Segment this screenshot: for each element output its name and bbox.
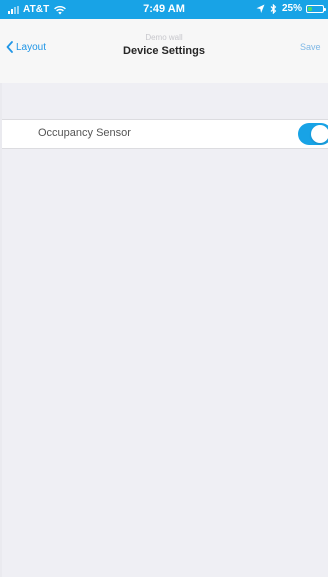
save-button[interactable]: Save <box>300 42 328 52</box>
status-right: 25% <box>256 3 326 14</box>
setting-label: Occupancy Sensor <box>38 127 131 139</box>
battery-percent: 25% <box>281 3 302 14</box>
location-arrow-icon <box>256 4 265 13</box>
bluetooth-icon <box>270 3 277 14</box>
battery-level <box>308 6 312 11</box>
battery-icon <box>306 4 326 13</box>
status-bar: AT&T 7:49 AM 25% <box>0 0 328 19</box>
settings-content: Occupancy Sensor <box>0 83 328 577</box>
occupancy-sensor-toggle[interactable] <box>298 123 328 145</box>
toggle-knob <box>311 125 328 143</box>
page-title: Device Settings <box>123 45 205 57</box>
nav-subtitle: Demo wall <box>145 33 183 42</box>
navigation-bar: Layout Demo wall Device Settings Save <box>0 19 328 83</box>
nav-titles: Demo wall Device Settings <box>0 33 328 58</box>
setting-row-occupancy-sensor: Occupancy Sensor <box>2 119 328 149</box>
